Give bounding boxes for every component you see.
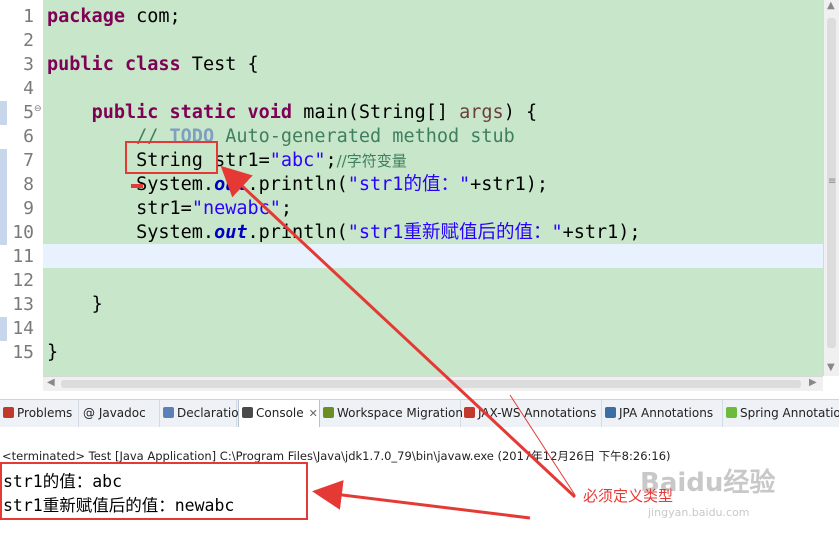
annotation-arrow <box>312 480 531 520</box>
annotation-arrow <box>220 165 577 499</box>
annotation-arrows <box>220 165 577 520</box>
